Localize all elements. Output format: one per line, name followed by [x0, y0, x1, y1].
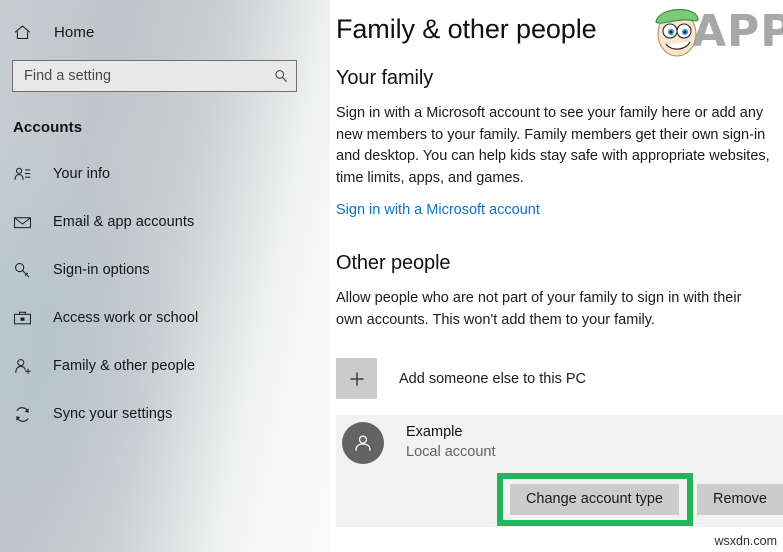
search-box[interactable] [12, 60, 297, 92]
settings-window: Home Accounts [0, 0, 783, 552]
page-title: Family & other people [336, 14, 597, 44]
settings-main-pane: Family & other people Your family Sign i… [330, 0, 783, 552]
account-type: Local account [406, 444, 496, 460]
sidebar-item-family-other-people[interactable]: Family & other people [0, 342, 330, 390]
other-people-description: Allow people who are not part of your fa… [336, 290, 742, 328]
sidebar-item-your-info[interactable]: Your info [0, 150, 330, 198]
add-someone-else-label: Add someone else to this PC [399, 370, 586, 387]
key-icon [13, 261, 41, 280]
sidebar-item-email-app-accounts[interactable]: Email & app accounts [0, 198, 330, 246]
sidebar-item-sign-in-options[interactable]: Sign-in options [0, 246, 330, 294]
envelope-icon [13, 213, 41, 232]
sign-in-microsoft-account-link[interactable]: Sign in with a Microsoft account [336, 202, 540, 218]
sidebar-item-label: Access work or school [53, 310, 199, 326]
account-name: Example [406, 424, 463, 440]
add-someone-else-button[interactable]: Add someone else to this PC [336, 358, 783, 399]
sidebar-section-title: Accounts [13, 119, 83, 136]
person-add-icon [13, 357, 41, 376]
search-input[interactable] [24, 61, 273, 91]
sidebar-item-access-work-or-school[interactable]: Access work or school [0, 294, 330, 342]
your-family-description: Sign in with a Microsoft account to see … [336, 105, 770, 186]
wsxdn-watermark: wsxdn.com [714, 534, 777, 548]
change-account-type-button[interactable]: Change account type [509, 483, 679, 515]
search-icon[interactable] [273, 68, 289, 84]
your-family-heading: Your family [336, 67, 434, 89]
remove-account-button[interactable]: Remove [697, 483, 783, 515]
person-avatar-icon [342, 422, 384, 464]
home-icon [13, 23, 43, 42]
sidebar-home-label: Home [54, 23, 95, 41]
other-people-heading: Other people [336, 252, 451, 274]
briefcase-icon [13, 309, 41, 328]
account-text: Example Local account [406, 423, 495, 463]
account-actions-row: Change account type Remove [336, 471, 783, 527]
sidebar-item-label: Sync your settings [53, 406, 173, 422]
sidebar-item-home[interactable]: Home [0, 12, 330, 52]
plus-icon [336, 358, 377, 399]
sidebar-item-sync-your-settings[interactable]: Sync your settings [0, 390, 330, 438]
account-list-item[interactable]: Example Local account [336, 415, 783, 471]
sidebar-item-label: Email & app accounts [53, 214, 195, 230]
settings-sidebar: Home Accounts [0, 0, 330, 552]
sync-icon [13, 405, 41, 424]
sidebar-item-label: Your info [53, 166, 111, 182]
sidebar-item-label: Sign-in options [53, 262, 150, 278]
person-info-icon [13, 165, 41, 184]
sidebar-nav: Your info Email & app accounts Sign-in o… [0, 150, 330, 438]
sidebar-item-label: Family & other people [53, 358, 196, 374]
